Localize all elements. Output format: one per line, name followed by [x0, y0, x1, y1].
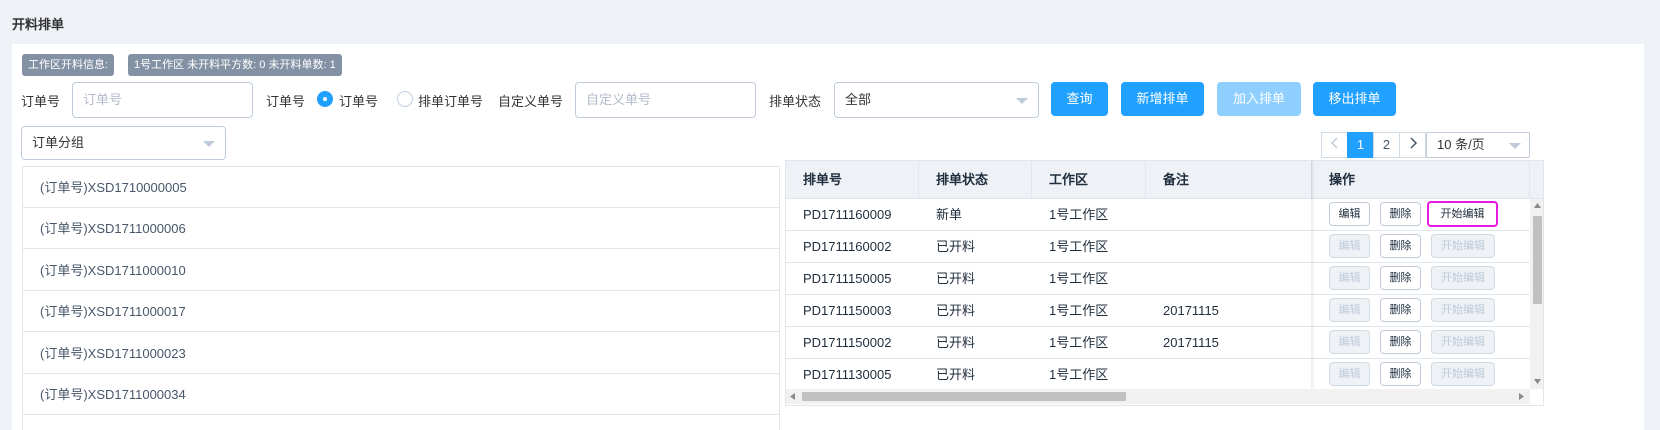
order-group-select[interactable]: 订单分组 [21, 126, 226, 160]
next-page-button[interactable] [1399, 132, 1426, 158]
scroll-down-icon [1534, 379, 1541, 384]
chevron-down-icon [1509, 143, 1521, 149]
order-no-input[interactable]: 订单号 [72, 82, 253, 118]
add-schedule-button[interactable]: 加入排单 [1217, 82, 1301, 116]
cell-note: 20171115 [1163, 303, 1219, 318]
chevron-down-icon [1016, 98, 1028, 104]
list-item[interactable]: (订单号)XSD1711000023 [23, 333, 779, 374]
start-edit-button[interactable]: 开始编辑 [1431, 234, 1495, 258]
start-edit-button[interactable]: 开始编辑 [1431, 266, 1495, 290]
query-button[interactable]: 查询 [1051, 82, 1108, 116]
start-edit-button[interactable]: 开始编辑 [1431, 298, 1495, 322]
scroll-right-icon [1519, 393, 1524, 400]
custom-no-label: 自定义单号 [498, 94, 564, 109]
delete-button[interactable]: 删除 [1380, 234, 1421, 258]
vertical-scrollbar[interactable] [1530, 199, 1543, 389]
column-header-zone: 工作区 [1032, 161, 1146, 199]
radio-schedule-order-no[interactable] [397, 91, 413, 107]
cell-schedule-no: PD1711130005 [803, 367, 892, 382]
list-item[interactable]: (订单号)XSD1710000005 [23, 167, 779, 208]
prev-page-button[interactable] [1321, 132, 1348, 158]
scroll-left-icon [790, 393, 795, 400]
start-edit-button[interactable]: 开始编辑 [1431, 362, 1495, 386]
start-edit-button[interactable]: 开始编辑 [1427, 201, 1498, 227]
workzone-info-label-badge: 工作区开料信息: [22, 54, 115, 76]
cell-status: 已开料 [936, 271, 976, 286]
edit-button[interactable]: 编辑 [1329, 330, 1370, 354]
cell-note [1146, 263, 1312, 295]
delete-button[interactable]: 删除 [1380, 202, 1421, 226]
scroll-up-icon [1534, 203, 1541, 208]
cell-status: 已开料 [936, 335, 976, 350]
cell-status: 已开料 [936, 239, 976, 254]
cell-note [1146, 359, 1312, 391]
cell-note: 20171115 [1163, 335, 1219, 350]
edit-button[interactable]: 编辑 [1329, 298, 1370, 322]
list-item[interactable]: (订单号)XSD1711000006 [23, 208, 779, 249]
header-gutter [1530, 161, 1543, 199]
page-size-select[interactable]: 10 条/页 [1426, 132, 1530, 158]
cell-note [1146, 231, 1312, 263]
horizontal-scroll-thumb[interactable] [802, 392, 1126, 401]
edit-button[interactable]: 编辑 [1329, 362, 1370, 386]
edit-button[interactable]: 编辑 [1329, 202, 1370, 226]
chevron-left-icon [1330, 137, 1338, 149]
column-header-actions: 操作 [1312, 161, 1530, 199]
cell-zone: 1号工作区 [1049, 367, 1109, 382]
cell-zone: 1号工作区 [1049, 239, 1109, 254]
status-select[interactable]: 全部 [834, 82, 1039, 118]
new-schedule-button[interactable]: 新增排单 [1121, 82, 1204, 116]
cell-zone: 1号工作区 [1049, 303, 1109, 318]
delete-button[interactable]: 删除 [1380, 362, 1421, 386]
column-header-status: 排单状态 [919, 161, 1032, 199]
cell-status: 新单 [936, 207, 963, 222]
delete-button[interactable]: 删除 [1380, 298, 1421, 322]
status-select-value: 全部 [845, 92, 872, 107]
chevron-right-icon [1409, 137, 1417, 149]
delete-button[interactable]: 删除 [1380, 266, 1421, 290]
list-item[interactable]: (订单号)XSD1711000017 [23, 291, 779, 332]
radio-order-no[interactable] [317, 91, 333, 107]
cell-zone: 1号工作区 [1049, 207, 1109, 222]
cell-schedule-no: PD1711150003 [803, 303, 892, 318]
horizontal-scrollbar[interactable] [786, 389, 1530, 404]
cell-zone: 1号工作区 [1049, 335, 1109, 350]
cell-zone: 1号工作区 [1049, 271, 1109, 286]
chevron-down-icon [203, 141, 215, 147]
page-title: 开料排单 [12, 17, 65, 32]
vertical-scroll-thumb[interactable] [1533, 216, 1542, 304]
edit-button[interactable]: 编辑 [1329, 234, 1370, 258]
fixed-column-shadow [1311, 161, 1315, 389]
column-header-note: 备注 [1146, 161, 1312, 199]
workzone-info-value-badge: 1号工作区 未开料平方数: 0 未开料单数: 1 [128, 54, 342, 76]
custom-no-input[interactable]: 自定义单号 [575, 82, 756, 118]
radio-schedule-order-no-label[interactable]: 排单订单号 [418, 91, 483, 110]
remove-schedule-button[interactable]: 移出排单 [1313, 82, 1396, 116]
edit-button[interactable]: 编辑 [1329, 266, 1370, 290]
page-1-button[interactable]: 1 [1347, 132, 1374, 158]
cell-schedule-no: PD1711160002 [803, 239, 892, 254]
start-edit-button[interactable]: 开始编辑 [1431, 330, 1495, 354]
order-group-select-value: 订单分组 [32, 135, 85, 150]
column-header-schedule-no: 排单号 [786, 161, 919, 199]
order-type-label: 订单号 [266, 94, 306, 109]
cell-note [1146, 199, 1312, 231]
page-size-value: 10 条/页 [1437, 137, 1485, 152]
page-2-button[interactable]: 2 [1373, 132, 1400, 158]
list-item[interactable]: (订单号)XSD1711000010 [23, 250, 779, 291]
order-no-label: 订单号 [21, 94, 61, 109]
radio-order-no-label[interactable]: 订单号 [339, 91, 378, 110]
cell-status: 已开料 [936, 367, 976, 382]
cell-schedule-no: PD1711150005 [803, 271, 892, 286]
list-item[interactable]: (订单号)XSD1711000034 [23, 374, 779, 415]
cell-schedule-no: PD1711160009 [803, 207, 892, 222]
schedule-table: 排单号 排单状态 工作区 备注 操作 PD1711160009 新单 1号工作区… [785, 160, 1544, 406]
order-list: (订单号)XSD1710000005 (订单号)XSD1711000006 (订… [22, 166, 780, 430]
cell-status: 已开料 [936, 303, 976, 318]
status-label: 排单状态 [769, 94, 822, 109]
cell-schedule-no: PD1711150002 [803, 335, 892, 350]
delete-button[interactable]: 删除 [1380, 330, 1421, 354]
